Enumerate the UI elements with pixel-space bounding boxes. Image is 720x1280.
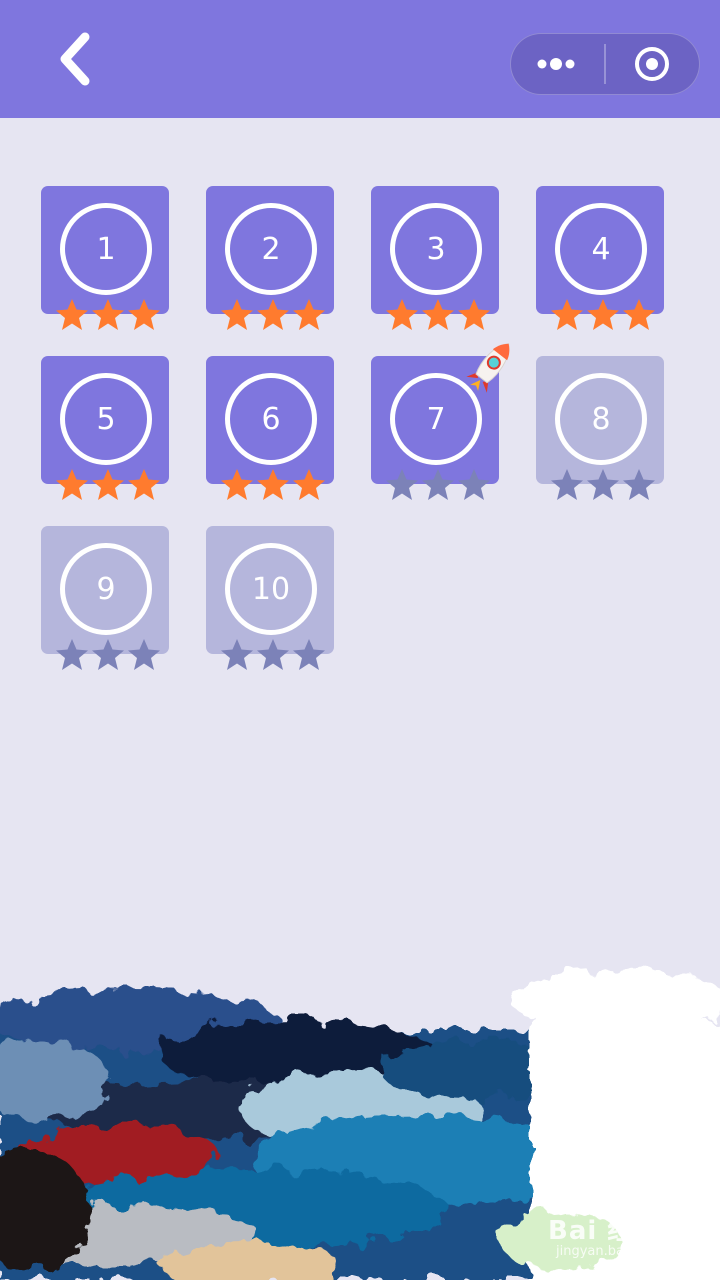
star-rating xyxy=(220,638,330,674)
star-empty-icon xyxy=(293,639,325,670)
back-button[interactable] xyxy=(40,24,110,94)
more-dots-icon xyxy=(537,58,575,70)
level-tile-6[interactable]: 6 xyxy=(206,356,334,500)
level-number: 3 xyxy=(426,231,446,267)
level-ring: 1 xyxy=(60,203,152,295)
star-rating xyxy=(55,638,165,674)
star-filled-icon xyxy=(221,299,253,330)
level-tile-2[interactable]: 2 xyxy=(206,186,334,330)
mini-program-capsule xyxy=(510,33,700,95)
star-empty-icon xyxy=(587,469,619,500)
star-filled-icon xyxy=(92,469,124,500)
star-rating xyxy=(55,468,165,504)
level-ring: 6 xyxy=(225,373,317,465)
star-empty-icon xyxy=(128,639,160,670)
star-rating xyxy=(385,298,495,334)
star-rating xyxy=(550,298,660,334)
level-number: 5 xyxy=(96,401,116,437)
level-number: 8 xyxy=(591,401,611,437)
star-empty-icon xyxy=(422,469,454,500)
level-ring: 3 xyxy=(390,203,482,295)
top-bar xyxy=(0,0,720,118)
star-filled-icon xyxy=(623,299,655,330)
level-number: 7 xyxy=(426,401,446,437)
level-ring: 5 xyxy=(60,373,152,465)
watermark-url: jingyan.baidu.com xyxy=(556,1244,676,1259)
level-number: 1 xyxy=(96,231,116,267)
star-filled-icon xyxy=(293,299,325,330)
star-filled-icon xyxy=(422,299,454,330)
star-filled-icon xyxy=(386,299,418,330)
level-tile-3[interactable]: 3 xyxy=(371,186,499,330)
level-tile-10: 10 xyxy=(206,526,334,670)
star-filled-icon xyxy=(458,299,490,330)
target-circle-icon xyxy=(635,47,670,81)
rocket-icon xyxy=(466,343,510,393)
level-number: 10 xyxy=(251,571,291,607)
star-filled-icon xyxy=(221,469,253,500)
star-empty-icon xyxy=(257,639,289,670)
level-number: 2 xyxy=(261,231,281,267)
level-ring: 2 xyxy=(225,203,317,295)
star-filled-icon xyxy=(257,299,289,330)
level-ring: 9 xyxy=(60,543,152,635)
star-empty-icon xyxy=(221,639,253,670)
star-rating xyxy=(385,468,495,504)
star-filled-icon xyxy=(56,469,88,500)
star-filled-icon xyxy=(587,299,619,330)
chevron-left-icon xyxy=(60,32,90,86)
level-tile-8: 8 xyxy=(536,356,664,500)
level-tile-1[interactable]: 1 xyxy=(41,186,169,330)
level-ring: 8 xyxy=(555,373,647,465)
star-rating xyxy=(550,468,660,504)
star-filled-icon xyxy=(92,299,124,330)
star-filled-icon xyxy=(128,469,160,500)
star-empty-icon xyxy=(92,639,124,670)
level-number: 9 xyxy=(96,571,116,607)
star-rating xyxy=(220,298,330,334)
star-filled-icon xyxy=(128,299,160,330)
level-tile-9: 9 xyxy=(41,526,169,670)
star-filled-icon xyxy=(56,299,88,330)
star-empty-icon xyxy=(458,469,490,500)
watermark-logo: Bai 经验 xyxy=(548,1216,662,1246)
star-rating xyxy=(55,298,165,334)
star-filled-icon xyxy=(293,469,325,500)
level-tile-5[interactable]: 5 xyxy=(41,356,169,500)
level-tile-4[interactable]: 4 xyxy=(536,186,664,330)
star-empty-icon xyxy=(551,469,583,500)
star-empty-icon xyxy=(56,639,88,670)
star-empty-icon xyxy=(623,469,655,500)
star-filled-icon xyxy=(257,469,289,500)
star-rating xyxy=(220,468,330,504)
star-filled-icon xyxy=(551,299,583,330)
level-ring: 4 xyxy=(555,203,647,295)
level-number: 6 xyxy=(261,401,281,437)
level-number: 4 xyxy=(591,231,611,267)
more-button[interactable] xyxy=(511,34,604,94)
level-ring: 10 xyxy=(225,543,317,635)
close-miniprogram-button[interactable] xyxy=(606,34,699,94)
star-empty-icon xyxy=(386,469,418,500)
